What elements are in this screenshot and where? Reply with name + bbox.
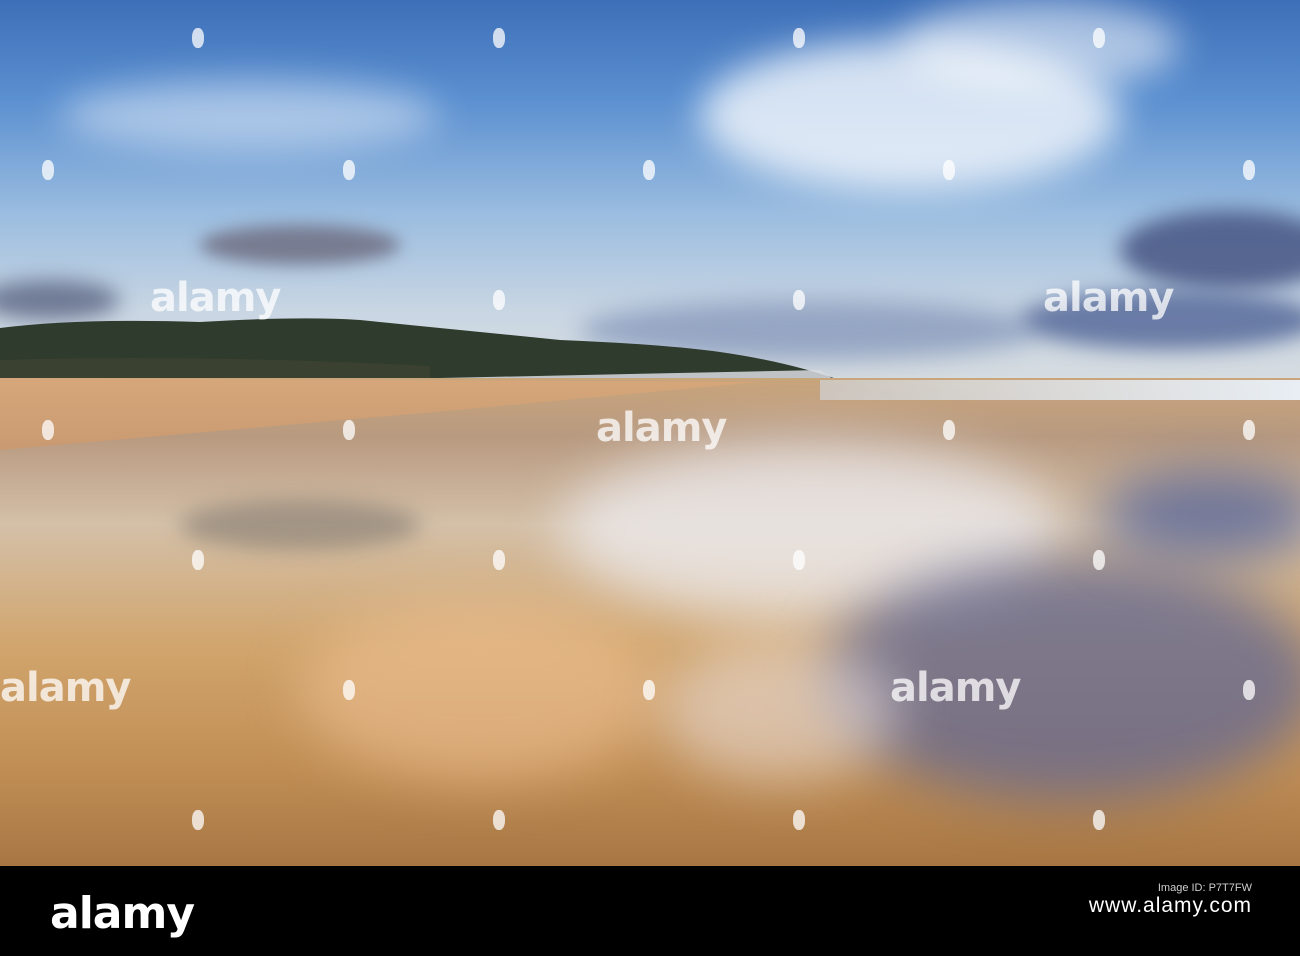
watermark-dot <box>793 550 805 570</box>
cloud <box>200 225 400 265</box>
watermark-dot <box>192 810 204 830</box>
watermark-dot <box>943 420 955 440</box>
cloud <box>60 80 440 150</box>
brand-logo: alamy <box>50 888 195 939</box>
watermark-dot <box>493 810 505 830</box>
watermark-dot <box>493 290 505 310</box>
watermark-dot <box>493 28 505 48</box>
image-id-label: Image ID: P7T7FW <box>1157 882 1252 894</box>
watermark-dot <box>343 680 355 700</box>
watermark-dot <box>943 160 955 180</box>
watermark-dot <box>1243 420 1255 440</box>
beach-photo: alamy alamy alamy alamy alamy <box>0 0 1300 866</box>
watermark-dot <box>793 28 805 48</box>
watermark-dot <box>493 550 505 570</box>
watermark-dot <box>793 290 805 310</box>
image-id-url: www.alamy.com <box>1088 894 1252 917</box>
watermark-dot <box>1093 550 1105 570</box>
watermark-dot <box>643 160 655 180</box>
footer-strip: alamy Image ID: P7T7FW www.alamy.com <box>0 866 1300 956</box>
watermark: alamy <box>1043 275 1174 321</box>
image-id: Image ID: P7T7FW www.alamy.com <box>1089 882 1252 918</box>
watermark-dot <box>192 28 204 48</box>
watermark-dot <box>1093 28 1105 48</box>
reflection <box>180 500 420 550</box>
watermark-dot <box>1243 160 1255 180</box>
watermark-dot <box>42 160 54 180</box>
watermark: alamy <box>0 665 131 711</box>
cloud <box>900 0 1180 90</box>
watermark: alamy <box>150 275 281 321</box>
watermark-dot <box>793 810 805 830</box>
watermark-dot <box>1243 680 1255 700</box>
watermark-dot <box>1093 810 1105 830</box>
watermark-dot <box>192 550 204 570</box>
watermark: alamy <box>890 665 1021 711</box>
reflection <box>660 640 900 780</box>
watermark-dot <box>343 160 355 180</box>
watermark-dot <box>643 680 655 700</box>
watermark-dot <box>42 420 54 440</box>
sea <box>820 380 1300 400</box>
watermark-dot <box>343 420 355 440</box>
watermark: alamy <box>596 405 727 451</box>
